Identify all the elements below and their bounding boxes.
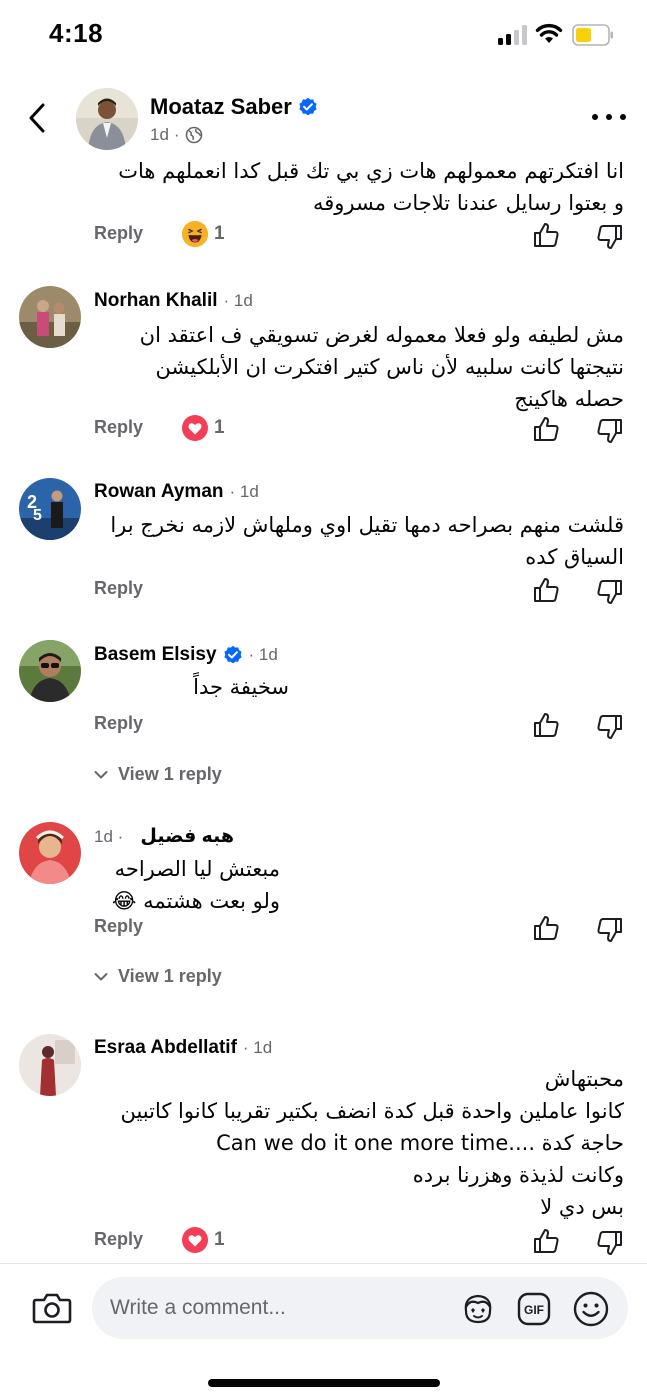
post-header: Moataz Saber 1d · xyxy=(0,70,647,158)
reaction-summary[interactable]: 1 xyxy=(182,415,225,441)
chevron-down-icon xyxy=(94,972,108,980)
more-options-button[interactable] xyxy=(592,110,626,124)
comment-text: مبعتش ليا الصراحه ولو بعت هشتمه 😂 xyxy=(111,857,280,913)
camera-icon[interactable] xyxy=(32,1291,72,1325)
reaction-count: 1 xyxy=(214,1229,225,1250)
reaction-summary[interactable]: 1 xyxy=(182,1227,225,1253)
reaction-summary[interactable]: 1 xyxy=(182,221,225,247)
commenter-name[interactable]: 1d · هبه فضيل xyxy=(94,825,234,848)
post-meta: 1d · xyxy=(150,125,203,145)
thumbs-down-icon[interactable] xyxy=(596,417,624,445)
commenter-name[interactable]: Esraa Abdellatif · 1d xyxy=(94,1037,272,1059)
status-time: 4:18 xyxy=(49,18,104,48)
cellular-signal-icon xyxy=(498,25,527,45)
chevron-left-icon xyxy=(29,103,45,133)
comment-time: · 1d xyxy=(229,482,259,501)
svg-text:5: 5 xyxy=(33,507,42,524)
emoji-icon[interactable] xyxy=(572,1290,610,1328)
thumbs-down-icon[interactable] xyxy=(596,713,624,741)
comment-time: · 1d xyxy=(223,291,253,310)
comment: Esraa Abdellatif · 1d محبتهاش كانوا عامل… xyxy=(0,1034,647,1263)
thumbs-up-icon[interactable] xyxy=(532,711,560,739)
thumbs-up-icon[interactable] xyxy=(532,914,560,942)
comment-actions: Reply xyxy=(94,711,634,741)
globe-icon xyxy=(185,126,202,144)
verified-badge-icon xyxy=(299,97,317,116)
thumbs-up-icon[interactable] xyxy=(532,1227,560,1255)
status-bar: 4:18 xyxy=(0,0,647,70)
wifi-icon xyxy=(535,23,563,43)
author-name[interactable]: Moataz Saber xyxy=(150,94,318,120)
comment-actions: Reply xyxy=(94,914,634,944)
thumbs-down-icon[interactable] xyxy=(596,916,624,944)
author-avatar[interactable] xyxy=(76,88,138,150)
commenter-avatar[interactable] xyxy=(19,822,81,884)
author-name-text: Moataz Saber xyxy=(150,94,292,119)
chevron-down-icon xyxy=(94,770,108,778)
love-reaction-icon xyxy=(182,415,208,441)
reply-button[interactable]: Reply xyxy=(94,578,143,599)
gif-icon[interactable]: GIF xyxy=(517,1292,551,1326)
dot-icon xyxy=(606,114,612,120)
thumbs-down-icon[interactable] xyxy=(596,1229,624,1257)
comment-text: انا افتكرتهم معمولهم هات زي بي تك قبل كد… xyxy=(118,159,624,215)
reply-button[interactable]: Reply xyxy=(94,1229,143,1250)
reply-button[interactable]: Reply xyxy=(94,417,143,438)
verified-badge-icon xyxy=(223,645,242,664)
commenter-avatar[interactable] xyxy=(19,286,81,348)
view-replies-button[interactable]: View 1 reply xyxy=(94,966,222,987)
commenter-avatar[interactable] xyxy=(19,640,81,702)
comment-actions: Reply xyxy=(94,576,634,606)
battery-icon xyxy=(572,24,613,46)
comments-list: انا افتكرتهم معمولهم هات زي بي تك قبل كد… xyxy=(0,158,647,1263)
comment: Norhan Khalil · 1d مش لطيفه ولو فعلا معم… xyxy=(0,286,647,446)
comment-composer: GIF xyxy=(0,1263,647,1400)
love-reaction-icon xyxy=(182,1227,208,1253)
comment-time: · 1d xyxy=(242,1038,273,1057)
comment-text: قلشت منهم بصراحه دمها تقيل اوي وملهاش لا… xyxy=(110,513,624,569)
reaction-count: 1 xyxy=(214,417,225,438)
comment-input-field[interactable]: GIF xyxy=(92,1277,628,1339)
comment: 25 Rowan Ayman · 1d قلشت منهم بصراحه دمه… xyxy=(0,478,647,608)
post-time: 1d xyxy=(150,125,169,144)
thumbs-up-icon[interactable] xyxy=(532,576,560,604)
reply-button[interactable]: Reply xyxy=(94,916,143,937)
commenter-name[interactable]: Basem Elsisy · 1d xyxy=(94,644,278,666)
comment-time: · 1d xyxy=(248,645,278,664)
reaction-count: 1 xyxy=(214,223,225,244)
svg-text:GIF: GIF xyxy=(524,1303,544,1317)
commenter-name[interactable]: Rowan Ayman · 1d xyxy=(94,481,259,503)
comment-text: مش لطيفه ولو فعلا معموله لغرض تسويقي ف ا… xyxy=(139,323,624,411)
haha-reaction-icon xyxy=(182,221,208,247)
view-replies-button[interactable]: View 1 reply xyxy=(94,764,222,785)
thumbs-up-icon[interactable] xyxy=(532,221,560,249)
comment: Basem Elsisy · 1d سخيفة جداً Reply View … xyxy=(0,640,647,800)
thumbs-down-icon[interactable] xyxy=(596,578,624,606)
reply-button[interactable]: Reply xyxy=(94,223,143,244)
dot-icon xyxy=(592,114,598,120)
back-button[interactable] xyxy=(22,100,52,136)
comment: 1d · هبه فضيل مبعتش ليا الصراحه ولو بعت … xyxy=(0,822,647,1002)
comment-actions: Reply 1 xyxy=(94,1227,634,1257)
thumbs-down-icon[interactable] xyxy=(596,223,624,251)
comment-input[interactable] xyxy=(110,1291,450,1325)
meta-separator: · xyxy=(173,125,180,144)
thumbs-up-icon[interactable] xyxy=(532,415,560,443)
commenter-avatar[interactable] xyxy=(19,1034,81,1096)
comment-actions: Reply 1 xyxy=(94,415,634,445)
home-indicator xyxy=(208,1379,440,1387)
avatar-sticker-icon[interactable] xyxy=(460,1291,496,1327)
reply-button[interactable]: Reply xyxy=(94,713,143,734)
comment-text: محبتهاش كانوا عاملين واحدة قبل كدة انضف … xyxy=(120,1067,624,1219)
dot-icon xyxy=(620,114,626,120)
comment-time: 1d · xyxy=(94,826,124,846)
comment-text: سخيفة جداً xyxy=(193,675,289,699)
commenter-avatar[interactable]: 25 xyxy=(19,478,81,540)
comment-actions: Reply 1 xyxy=(94,221,634,251)
commenter-name[interactable]: Norhan Khalil · 1d xyxy=(94,290,253,312)
comment: انا افتكرتهم معمولهم هات زي بي تك قبل كد… xyxy=(0,158,647,253)
